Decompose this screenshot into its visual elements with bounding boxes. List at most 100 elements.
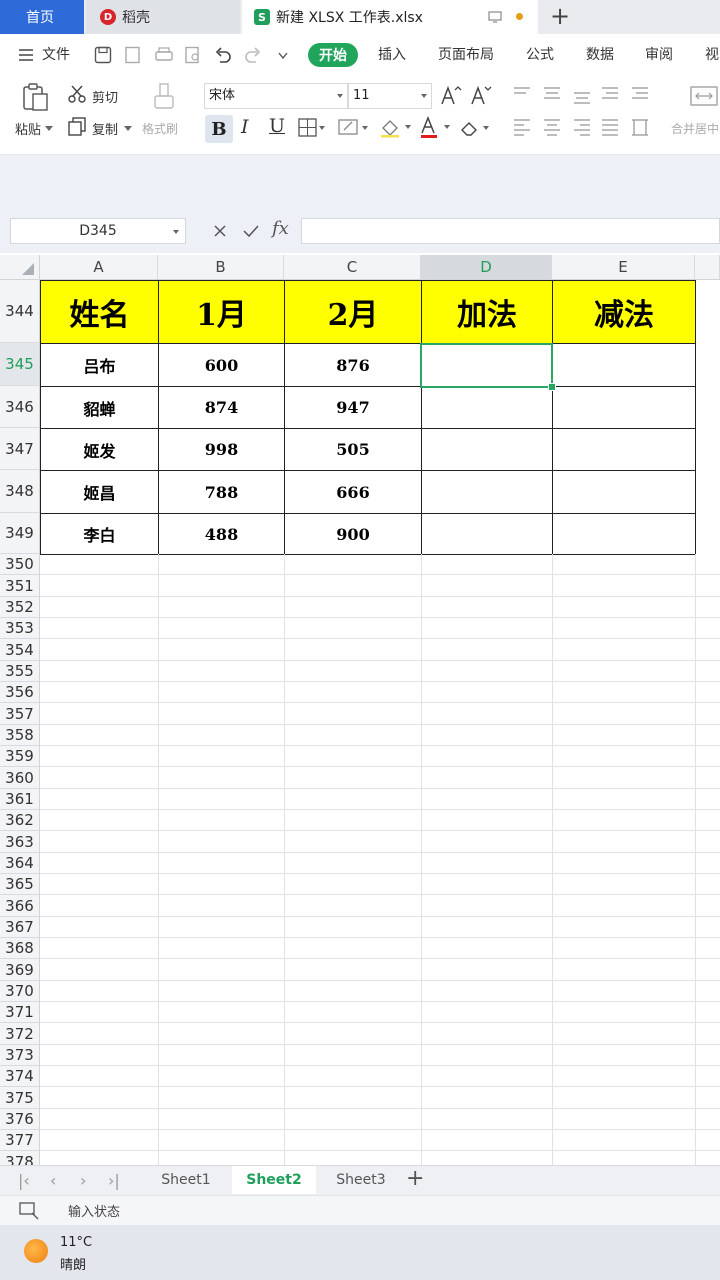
header-cell[interactable]: 减法 [552, 280, 696, 344]
column-header-a[interactable]: A [40, 255, 158, 280]
tab-home[interactable]: 首页 [0, 0, 84, 34]
table-cell[interactable] [552, 343, 696, 387]
row-header[interactable]: 367 [0, 917, 40, 938]
bold-button[interactable]: B [205, 115, 233, 143]
selected-cell-outline[interactable] [420, 343, 553, 388]
font-name-select[interactable]: 宋体 [204, 83, 348, 109]
header-cell[interactable]: 1月 [158, 280, 285, 344]
row-header[interactable]: 358 [0, 725, 40, 746]
header-cell[interactable]: 姓名 [40, 280, 159, 344]
row-header[interactable]: 378 [0, 1151, 40, 1165]
format-painter-button[interactable]: 格式刷 [142, 120, 178, 137]
row-header[interactable]: 371 [0, 1002, 40, 1023]
table-cell[interactable] [552, 470, 696, 514]
menu-page-layout[interactable]: 页面布局 [438, 44, 494, 64]
row-header[interactable]: 365 [0, 874, 40, 895]
table-cell[interactable]: 876 [284, 343, 422, 387]
menu-insert[interactable]: 插入 [378, 44, 406, 64]
table-cell[interactable] [421, 386, 553, 429]
row-header[interactable]: 360 [0, 767, 40, 789]
row-header[interactable]: 356 [0, 682, 40, 703]
row-header[interactable]: 349 [0, 513, 40, 554]
header-cell[interactable]: 加法 [421, 280, 553, 344]
chevron-down-icon[interactable] [278, 52, 288, 60]
last-sheet-icon[interactable]: ›| [108, 1171, 120, 1190]
row-header[interactable]: 350 [0, 554, 40, 575]
confirm-check-icon[interactable] [242, 223, 260, 239]
table-cell[interactable]: 874 [158, 386, 285, 429]
row-header[interactable]: 344 [0, 280, 40, 343]
increase-font-icon[interactable] [440, 84, 462, 106]
menu-review[interactable]: 审阅 [645, 44, 673, 64]
row-header[interactable]: 370 [0, 981, 40, 1002]
menu-file[interactable]: 文件 [42, 44, 70, 64]
sheet-tab-sheet1[interactable]: Sheet1 [142, 1166, 230, 1194]
table-cell[interactable] [421, 428, 553, 471]
table-cell[interactable]: 788 [158, 470, 285, 514]
table-cell[interactable]: 吕布 [40, 343, 159, 387]
row-header[interactable]: 373 [0, 1045, 40, 1066]
decrease-font-icon[interactable] [470, 84, 492, 106]
print-preview-icon[interactable] [184, 46, 202, 64]
formula-input[interactable] [301, 218, 720, 244]
alignment-icons[interactable] [512, 84, 672, 144]
table-cell[interactable]: 600 [158, 343, 285, 387]
redo-icon[interactable] [244, 46, 262, 64]
table-cell[interactable]: 666 [284, 470, 422, 514]
row-header[interactable]: 357 [0, 703, 40, 725]
row-header[interactable]: 374 [0, 1066, 40, 1087]
chevron-down-icon[interactable] [45, 126, 53, 132]
table-cell[interactable] [421, 513, 553, 555]
row-header[interactable]: 355 [0, 661, 40, 682]
format-painter-icon[interactable] [152, 82, 176, 112]
next-sheet-icon[interactable]: › [80, 1171, 86, 1190]
column-header-e[interactable]: E [552, 255, 695, 280]
export-icon[interactable] [124, 46, 142, 64]
hamburger-icon[interactable] [18, 48, 34, 62]
clear-eraser-icon[interactable] [459, 118, 493, 138]
row-header[interactable]: 377 [0, 1130, 40, 1151]
table-cell[interactable]: 947 [284, 386, 422, 429]
row-header[interactable]: 364 [0, 853, 40, 874]
table-cell[interactable] [552, 386, 696, 429]
column-header-d[interactable]: D [421, 255, 552, 280]
table-cell[interactable]: 900 [284, 513, 422, 555]
new-tab-button[interactable]: + [550, 2, 570, 30]
table-cell[interactable]: 姬昌 [40, 470, 159, 514]
row-header[interactable]: 369 [0, 959, 40, 981]
select-all-corner[interactable] [0, 255, 40, 280]
row-header[interactable]: 361 [0, 789, 40, 810]
save-icon[interactable] [94, 46, 112, 64]
table-cell[interactable]: 505 [284, 428, 422, 471]
sun-weather-icon[interactable] [24, 1239, 48, 1263]
menu-view[interactable]: 视 [705, 44, 719, 64]
tab-document[interactable]: S 新建 XLSX 工作表.xlsx [242, 0, 538, 34]
row-header[interactable]: 363 [0, 831, 40, 853]
row-header[interactable]: 351 [0, 575, 40, 597]
cut-button[interactable]: 剪切 [92, 87, 118, 106]
paste-button[interactable]: 粘贴 [15, 119, 41, 138]
table-cell[interactable] [552, 428, 696, 471]
row-header[interactable]: 348 [0, 470, 40, 513]
insert-function-button[interactable]: fx [272, 218, 289, 239]
table-cell[interactable] [552, 513, 696, 555]
row-header[interactable]: 376 [0, 1109, 40, 1130]
header-cell[interactable]: 2月 [284, 280, 422, 344]
table-cell[interactable]: 姬发 [40, 428, 159, 471]
cancel-icon[interactable] [212, 223, 228, 239]
undo-icon[interactable] [214, 46, 232, 64]
prev-sheet-icon[interactable]: ‹ [50, 1171, 56, 1190]
monitor-icon[interactable] [488, 11, 502, 23]
row-header[interactable]: 362 [0, 810, 40, 831]
copy-button[interactable]: 复制 [92, 119, 118, 138]
name-box[interactable]: D345 [10, 218, 186, 244]
table-cell[interactable] [421, 470, 553, 514]
paste-icon[interactable] [20, 82, 50, 112]
border-icon[interactable] [298, 118, 326, 138]
row-header[interactable]: 366 [0, 895, 40, 917]
italic-button[interactable]: I [241, 116, 249, 138]
row-header[interactable]: 359 [0, 746, 40, 767]
add-sheet-button[interactable]: + [406, 1166, 424, 1192]
chevron-down-icon[interactable] [124, 126, 132, 132]
row-header[interactable]: 347 [0, 428, 40, 470]
